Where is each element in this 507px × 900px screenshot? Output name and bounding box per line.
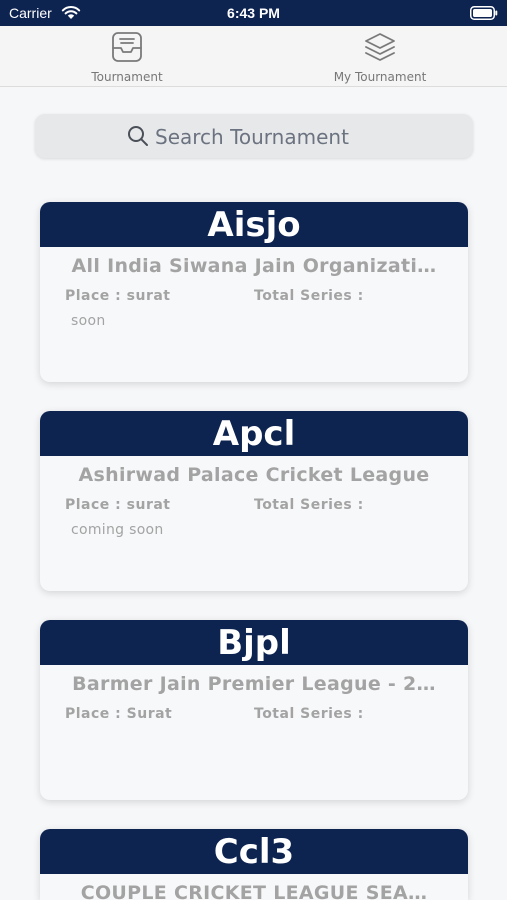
tournament-total-series: Total Series :	[254, 288, 364, 304]
tournament-total-series: Total Series :	[254, 497, 364, 513]
inbox-tray-icon	[112, 32, 142, 62]
tournament-code: Apcl	[212, 414, 296, 454]
card-header: Aisjo	[40, 202, 468, 247]
battery-icon	[470, 6, 498, 20]
card-header: Bjpl	[40, 620, 468, 665]
card-header: Apcl	[40, 411, 468, 456]
tournament-place: Place : Surat	[65, 706, 173, 722]
tournament-card[interactable]: Apcl Ashirwad Palace Cricket League Plac…	[40, 411, 468, 591]
tournament-card[interactable]: Ccl3 COUPLE CRICKET LEAGUE SEA…	[40, 829, 468, 900]
layers-stack-icon	[365, 33, 395, 61]
tournament-name: All India Siwana Jain Organizati…	[71, 255, 437, 277]
search-icon	[128, 126, 148, 146]
tab-tournament[interactable]: Tournament	[62, 26, 192, 87]
tournament-place: Place : surat	[65, 288, 171, 304]
tournament-name: Ashirwad Palace Cricket League	[78, 464, 430, 486]
tab-tournament-label: Tournament	[91, 70, 163, 84]
card-header: Ccl3	[40, 829, 468, 874]
tournament-status: soon	[71, 313, 106, 329]
tournament-code: Aisjo	[207, 205, 301, 245]
tournament-status: coming soon	[71, 522, 164, 538]
tournament-code: Ccl3	[213, 832, 295, 872]
tournament-card[interactable]: Aisjo All India Siwana Jain Organizati… …	[40, 202, 468, 382]
tournament-place: Place : surat	[65, 497, 171, 513]
tournament-code: Bjpl	[217, 623, 291, 663]
top-tab-bar: Tournament My Tournament	[0, 26, 507, 87]
tab-my-tournament-label: My Tournament	[333, 70, 427, 84]
tournament-card[interactable]: Bjpl Barmer Jain Premier League - 2… Pla…	[40, 620, 468, 800]
search-placeholder: Search Tournament	[155, 125, 349, 149]
tournament-name: Barmer Jain Premier League - 2…	[72, 673, 436, 695]
clock-time: 6:43 PM	[227, 5, 280, 21]
search-input[interactable]: Search Tournament	[35, 114, 473, 158]
tournament-total-series: Total Series :	[254, 706, 364, 722]
tab-my-tournament[interactable]: My Tournament	[315, 26, 445, 87]
tournament-name: COUPLE CRICKET LEAGUE SEA…	[80, 882, 428, 900]
status-bar: Carrier 6:43 PM	[0, 0, 507, 26]
